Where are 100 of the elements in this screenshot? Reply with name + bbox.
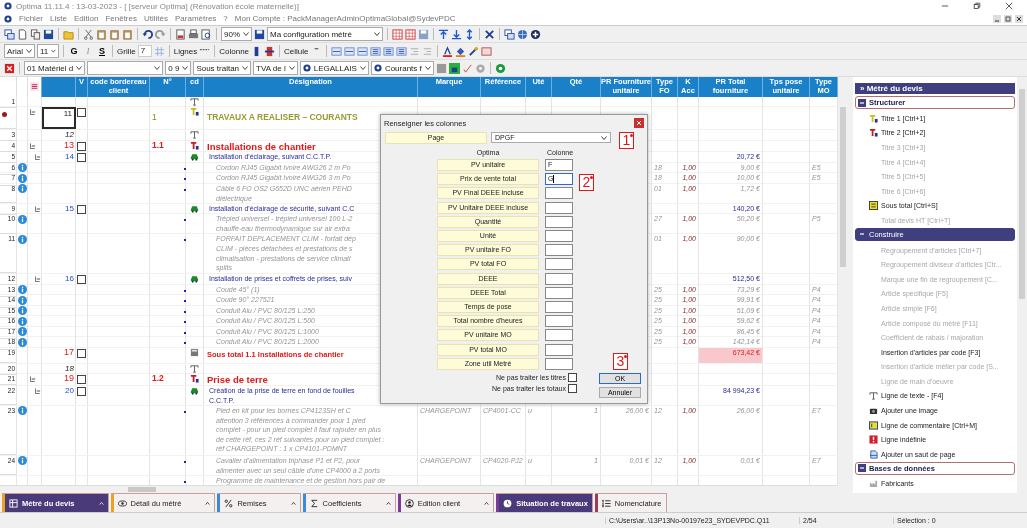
clipboard-icon[interactable] (109, 28, 120, 40)
input-field[interactable] (545, 244, 573, 257)
column-icon[interactable] (264, 45, 276, 57)
page-icon[interactable] (17, 28, 28, 40)
align-icon[interactable] (330, 45, 342, 57)
input-field[interactable] (545, 215, 573, 228)
printer-page-icon[interactable] (175, 28, 186, 40)
menu-item[interactable]: Paramètres (175, 14, 217, 23)
input-field[interactable] (545, 357, 573, 370)
filter-dropdown[interactable]: TVA de l (253, 61, 298, 75)
collapse-icon[interactable] (35, 387, 41, 394)
collapse-icon[interactable] (30, 142, 36, 149)
menu-item[interactable]: Liste (50, 14, 67, 23)
paint-bucket-icon[interactable] (454, 45, 466, 57)
windows-icon[interactable] (504, 28, 515, 40)
scissors-icon[interactable] (83, 28, 94, 40)
restore-icon[interactable] (973, 2, 981, 10)
filter-dropdown[interactable]: 01 Matériel d (24, 61, 86, 75)
grid-field[interactable]: 7 (137, 45, 152, 57)
info-icon[interactable] (18, 285, 27, 295)
filter-dropdown[interactable]: Sous traitan (193, 61, 252, 75)
info-icon[interactable] (18, 337, 27, 347)
clipboard-icon[interactable] (122, 28, 133, 40)
plus-icon[interactable] (530, 28, 541, 40)
align-icon[interactable] (343, 45, 355, 57)
input-field[interactable] (545, 315, 573, 328)
floppy-icon[interactable] (43, 28, 54, 40)
line-cell[interactable]: 16 (42, 274, 76, 285)
windows-icon[interactable] (4, 28, 15, 40)
close-icon[interactable] (1005, 2, 1013, 10)
table-row[interactable] (0, 405, 838, 456)
checkbox[interactable] (568, 383, 577, 393)
input-field[interactable] (545, 343, 573, 356)
expand-glyph[interactable]: » (860, 84, 865, 93)
line-cell[interactable]: 11 (42, 107, 76, 130)
align-icon[interactable] (382, 45, 394, 57)
info-icon[interactable] (18, 295, 27, 305)
checkbox[interactable] (77, 348, 86, 358)
brush-icon[interactable] (467, 45, 479, 57)
filter-dropdown[interactable]: 0 9 (165, 61, 192, 75)
input-field[interactable] (545, 230, 573, 243)
checkbox[interactable] (77, 204, 86, 214)
info-icon[interactable] (18, 316, 27, 326)
panel-header[interactable]: » Métré du devis (855, 83, 1015, 94)
info-icon[interactable] (18, 327, 27, 337)
line-cell[interactable]: 17 (42, 347, 76, 363)
checkbox[interactable] (77, 153, 86, 163)
line-cell[interactable]: 20 (42, 385, 76, 406)
align-icon[interactable] (356, 45, 368, 57)
filter-dropdown[interactable]: LEGALLAIS (299, 61, 369, 75)
minimize-icon[interactable] (941, 2, 949, 10)
folder-icon[interactable] (63, 28, 74, 40)
filter-dropdown[interactable] (87, 61, 164, 75)
info-icon[interactable] (18, 163, 27, 173)
copy-icon[interactable] (30, 28, 41, 40)
input-field[interactable] (545, 272, 573, 285)
input-field[interactable] (545, 187, 573, 200)
font-dropdown[interactable]: Arial (4, 44, 35, 58)
indent-icon[interactable] (421, 45, 433, 57)
line-cell[interactable]: 19 (42, 374, 76, 386)
caret-icon[interactable] (205, 501, 211, 505)
account-menu[interactable]: Mon Compte : PackManagerAdminOptimaGlobal@SydevPDC (234, 14, 456, 23)
caret-icon[interactable] (385, 501, 391, 505)
menu-item[interactable]: Fenêtres (105, 14, 137, 23)
bold-button[interactable]: G (68, 45, 80, 57)
input-field[interactable] (545, 329, 573, 342)
input-field[interactable] (545, 201, 573, 214)
menu-item[interactable]: Fichier (19, 14, 43, 23)
input-field[interactable] (545, 258, 573, 271)
info-icon[interactable] (18, 173, 27, 183)
caret-icon[interactable] (484, 501, 490, 505)
floppy-icon[interactable] (254, 28, 265, 40)
strike-button[interactable]: S (96, 45, 108, 57)
checkbox[interactable] (77, 141, 86, 151)
checkbox[interactable] (77, 386, 86, 396)
minimize-icon[interactable] (993, 14, 1001, 23)
collapse-icon[interactable] (30, 109, 36, 116)
collapse-icon[interactable] (30, 376, 36, 383)
configuration-dropdown[interactable]: Ma configuration métré (267, 27, 383, 41)
restore-icon[interactable] (1004, 14, 1012, 23)
menu-item[interactable]: Utilités (143, 14, 168, 23)
zoom-dropdown[interactable]: 90% (221, 27, 252, 41)
info-icon[interactable] (18, 406, 27, 416)
font-size-dropdown[interactable]: 11 (37, 44, 59, 58)
arrows-icon[interactable] (464, 28, 475, 40)
horizontal-scrollbar[interactable] (0, 485, 838, 493)
line-cell[interactable]: 15 (42, 203, 76, 215)
undo-icon[interactable] (142, 28, 153, 40)
globe-icon[interactable] (517, 28, 528, 40)
checkbox[interactable] (568, 372, 577, 382)
clipboard-icon[interactable] (96, 28, 107, 40)
magnifier-icon[interactable] (201, 28, 212, 40)
checkbox[interactable] (77, 375, 86, 385)
close-icon[interactable] (4, 62, 15, 74)
menu-item[interactable]: ? (223, 14, 228, 23)
arrow-up-icon[interactable] (438, 28, 449, 40)
info-icon[interactable] (18, 214, 27, 224)
text-color-icon[interactable] (441, 45, 453, 57)
logo-icon[interactable] (494, 62, 506, 74)
filter-dropdown[interactable]: Courants f (370, 61, 434, 75)
